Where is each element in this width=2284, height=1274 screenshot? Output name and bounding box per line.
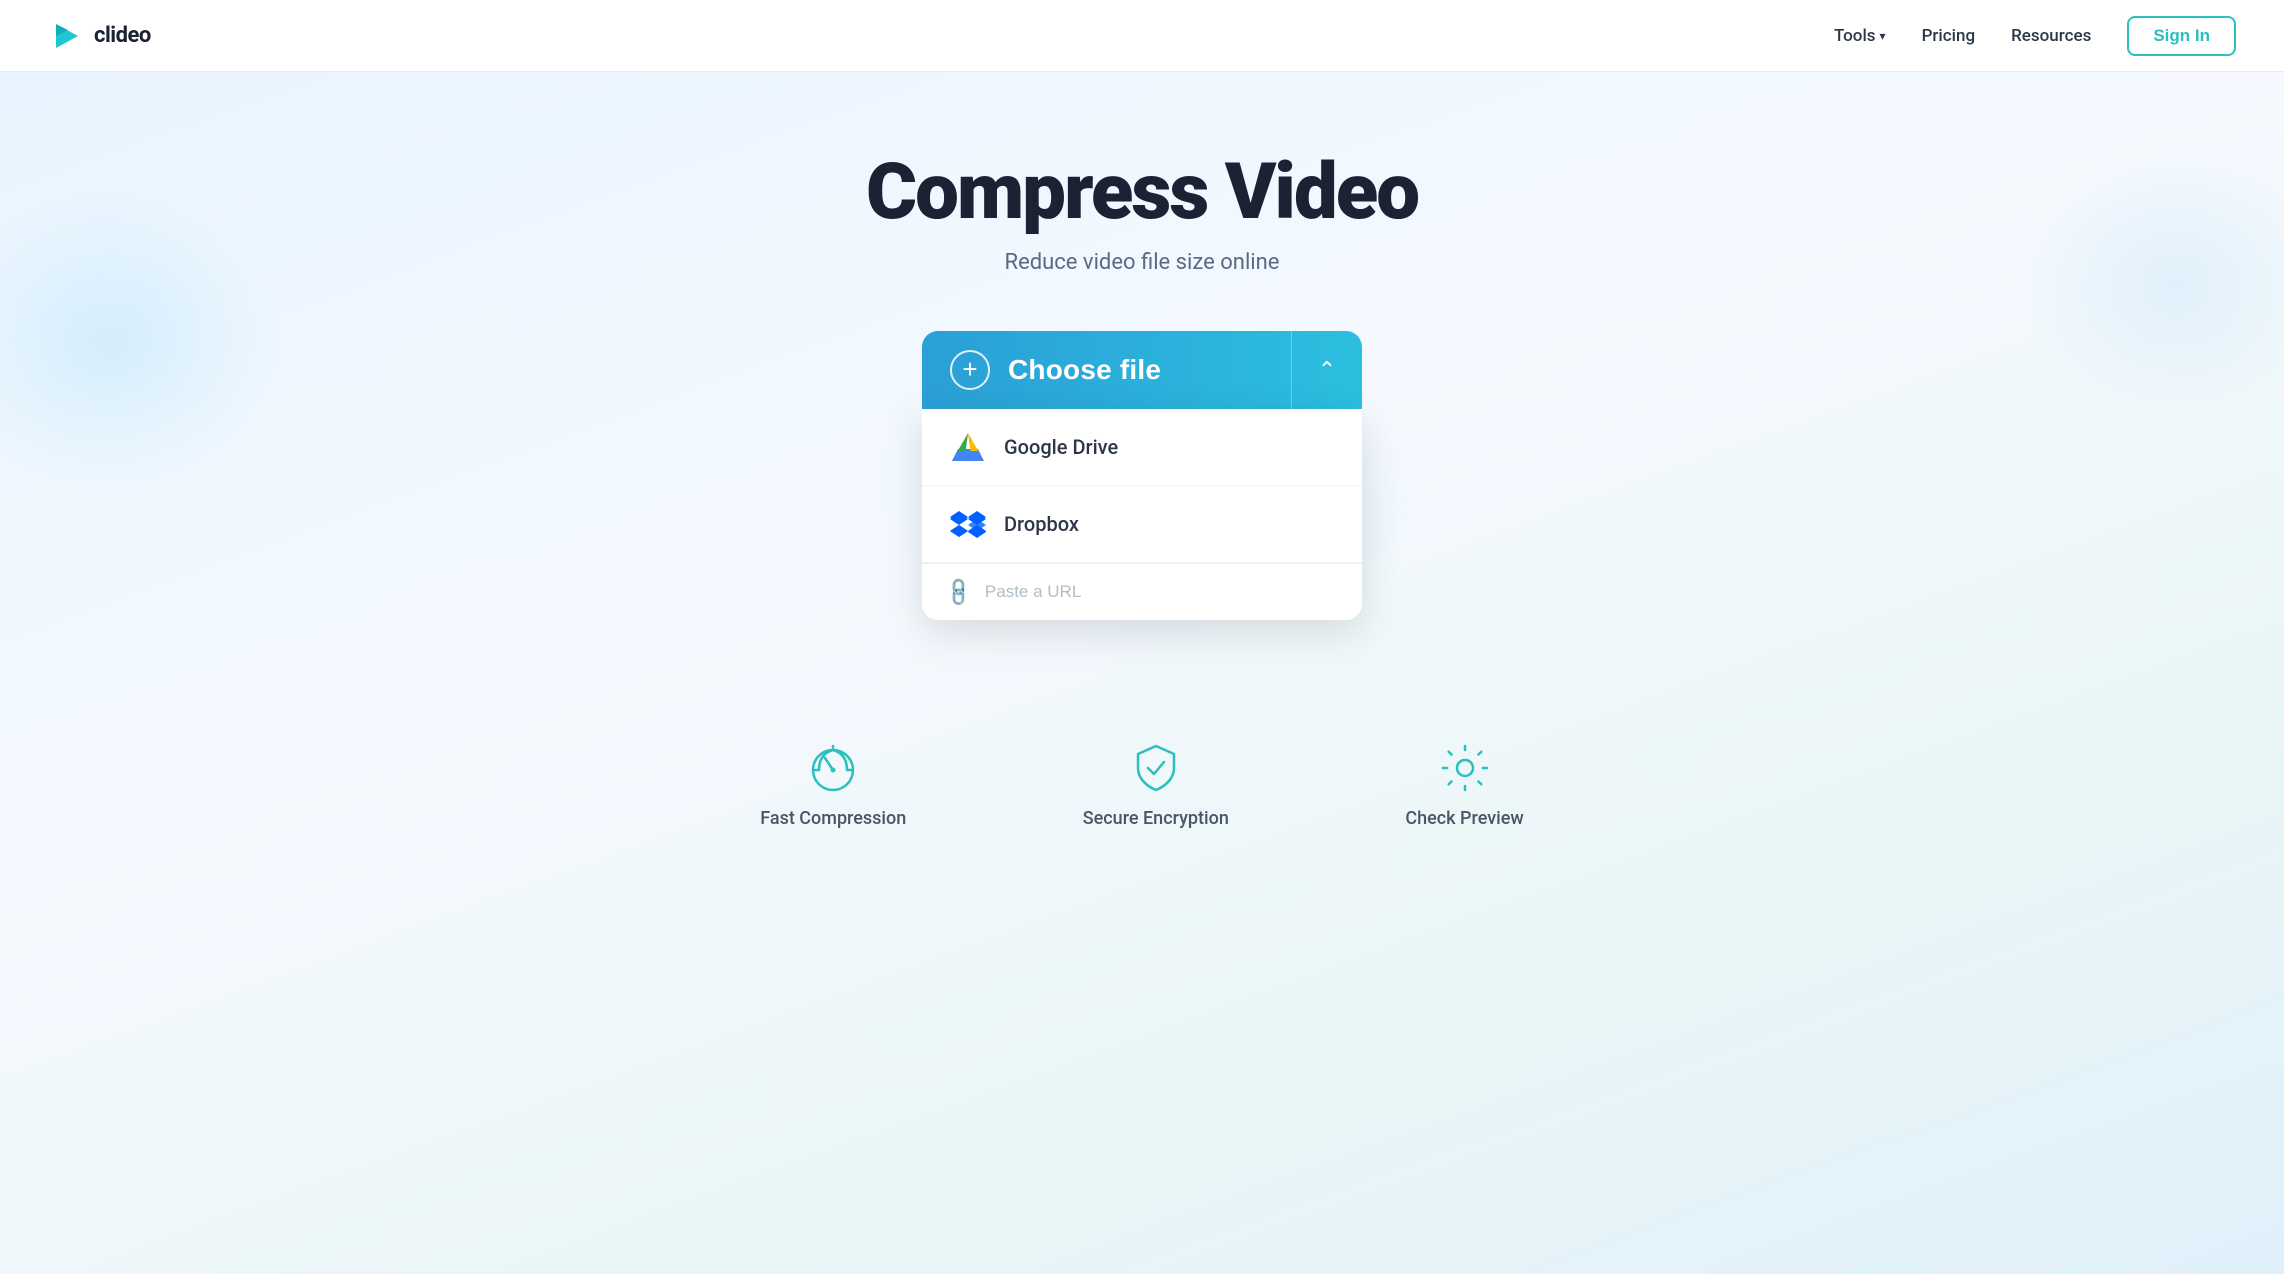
nav-pricing[interactable]: Pricing	[1922, 26, 1976, 46]
logo-icon	[48, 18, 84, 54]
feature-check-preview: Check Preview	[1405, 740, 1523, 829]
chevron-toggle[interactable]: ⌃	[1292, 331, 1362, 409]
features-row: Fast Compression Secure Encryption Check…	[592, 680, 1692, 859]
link-icon: 🔗	[941, 575, 976, 610]
sign-in-button[interactable]: Sign In	[2127, 16, 2236, 56]
google-drive-option[interactable]: Google Drive	[922, 409, 1362, 486]
logo-text: clideo	[94, 23, 151, 48]
header: clideo Tools ▾ Pricing Resources Sign In	[0, 0, 2284, 72]
feature-fast-compression: Fast Compression	[760, 740, 906, 829]
check-preview-label: Check Preview	[1405, 808, 1523, 829]
speedometer-icon	[805, 740, 861, 796]
dropbox-label: Dropbox	[1004, 512, 1079, 536]
page-title: Compress Video	[866, 152, 1418, 234]
tools-chevron-icon: ▾	[1880, 29, 1886, 43]
dropbox-icon	[950, 506, 986, 542]
upload-widget: + Choose file ⌃	[922, 331, 1362, 620]
dropbox-option[interactable]: Dropbox	[922, 486, 1362, 563]
choose-file-label: Choose file	[1008, 354, 1161, 386]
feature-secure-encryption: Secure Encryption	[1083, 740, 1229, 829]
page-subtitle: Reduce video file size online	[1005, 250, 1280, 275]
chevron-up-icon: ⌃	[1318, 359, 1336, 381]
choose-file-button[interactable]: + Choose file ⌃	[922, 331, 1362, 409]
nav-resources[interactable]: Resources	[2011, 26, 2091, 46]
shield-icon	[1128, 740, 1184, 796]
url-input-area: 🔗	[922, 563, 1362, 620]
dropdown-panel: Google Drive	[922, 409, 1362, 620]
nav: Tools ▾ Pricing Resources Sign In	[1834, 16, 2236, 56]
fast-compression-label: Fast Compression	[760, 808, 906, 829]
main-content: Compress Video Reduce video file size on…	[0, 72, 2284, 1274]
blob-left	[0, 192, 280, 492]
url-input[interactable]	[985, 582, 1338, 602]
secure-encryption-label: Secure Encryption	[1083, 808, 1229, 829]
google-drive-label: Google Drive	[1004, 435, 1118, 459]
google-drive-icon	[950, 429, 986, 465]
plus-icon: +	[950, 350, 990, 390]
gear-icon	[1437, 740, 1493, 796]
blob-right	[2024, 152, 2284, 412]
nav-tools[interactable]: Tools ▾	[1834, 26, 1886, 46]
logo[interactable]: clideo	[48, 18, 151, 54]
choose-file-main: + Choose file	[922, 350, 1291, 390]
